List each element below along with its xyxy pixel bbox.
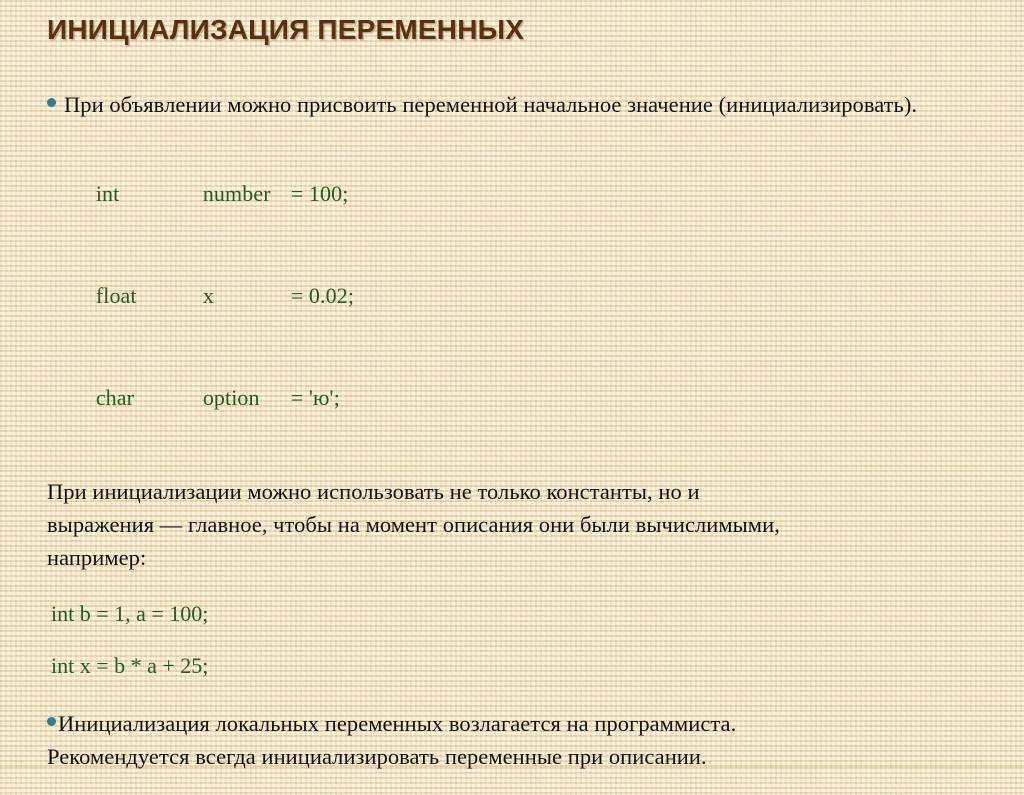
code-line-1: int b = 1, a = 100; — [51, 600, 209, 626]
paragraph-2: При инициализации можно использовать не … — [0, 475, 1024, 574]
bullet-dot-icon — [47, 98, 56, 108]
code-name: option — [202, 385, 260, 410]
paragraph-2-line-1: При инициализации можно использовать не … — [47, 479, 700, 504]
bullet-paragraph-1-text: При объявлении можно присвоить переменно… — [64, 92, 918, 117]
slide: ИНИЦИАЛИЗАЦИЯ ПЕРЕМЕННЫХ При объявлении … — [0, 0, 1024, 769]
code-type: float — [95, 283, 137, 308]
code-type: char — [95, 385, 135, 410]
code-row: int number = 100; — [51, 143, 1024, 245]
paragraph-3-line-1-wrapper: Инициализация локальных переменных возла… — [47, 707, 994, 740]
paragraph-3-line-2: Рекомендуется всегда инициализировать пе… — [47, 743, 707, 769]
paragraph-3-line-1: Инициализация локальных переменных возла… — [58, 710, 737, 736]
code-row: char option = 'ю'; — [51, 347, 1024, 449]
code-assign: = 100; — [290, 181, 349, 206]
slide-body: При объявлении можно присвоить переменно… — [0, 88, 1024, 795]
code-assign: = 0.02; — [290, 283, 355, 308]
code-block-declarations: int number = 100; float x = 0.02; char option… — [0, 143, 1024, 449]
code-name: x — [202, 283, 214, 308]
bullet-dot-icon — [47, 716, 56, 726]
code-type: int — [95, 181, 120, 206]
code-row: float x = 0.02; — [51, 245, 1024, 347]
bullet-paragraph-3: Инициализация локальных переменных возла… — [0, 707, 1024, 773]
page-title: ИНИЦИАЛИЗАЦИЯ ПЕРЕМЕННЫХ — [47, 14, 525, 45]
code-assign: = 'ю'; — [290, 385, 340, 410]
code-name: number — [202, 181, 271, 206]
paragraph-2-line-2: выражения — главное, чтобы на момент опи… — [47, 512, 780, 537]
bullet-paragraph-1: При объявлении можно присвоить переменно… — [0, 88, 1024, 121]
paragraph-2-line-3: например: — [47, 545, 147, 570]
code-line-2: int x = b * a + 25; — [51, 652, 209, 678]
